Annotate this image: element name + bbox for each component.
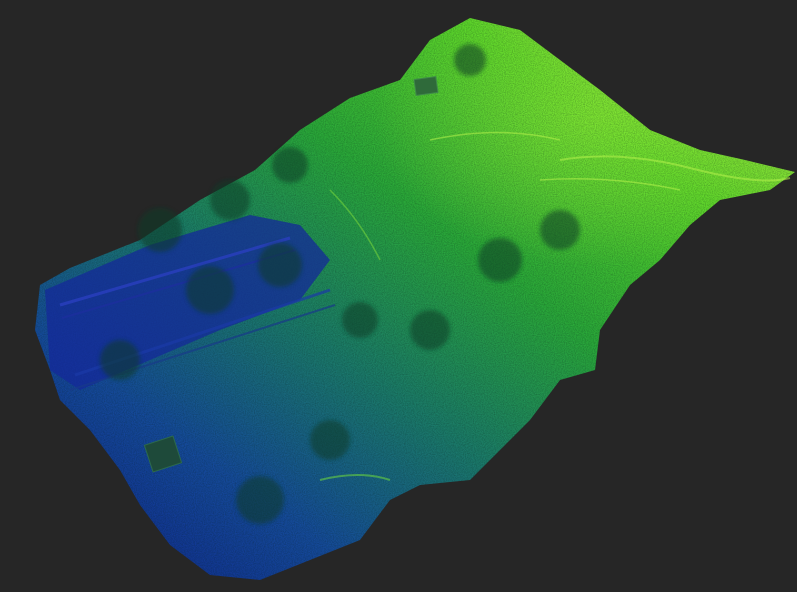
point-cloud-render[interactable]	[0, 0, 797, 592]
3d-viewport[interactable]	[0, 0, 797, 592]
